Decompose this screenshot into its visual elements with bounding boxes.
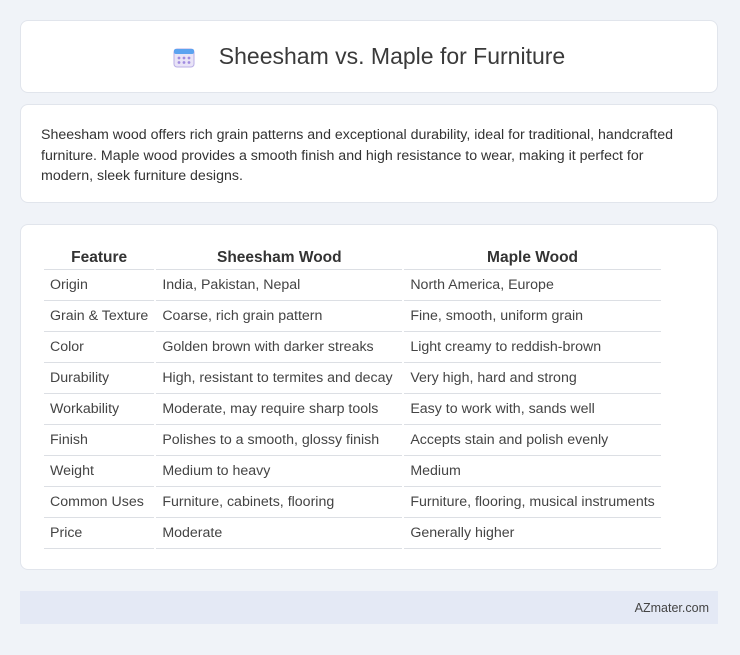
sheesham-cell: Polishes to a smooth, glossy finish (156, 425, 403, 456)
table-row: Origin India, Pakistan, Nepal North Amer… (44, 270, 661, 301)
header-sheesham-wood: Sheesham Wood (156, 247, 403, 270)
maple-cell: Very high, hard and strong (404, 363, 661, 394)
calendar-icon (173, 46, 195, 68)
feature-cell: Workability (44, 394, 155, 425)
table-row: Color Golden brown with darker streaks L… (44, 332, 661, 363)
table-row: Weight Medium to heavy Medium (44, 456, 661, 487)
footer-brand[interactable]: AZmater.com (635, 601, 709, 615)
sheesham-cell: Furniture, cabinets, flooring (156, 487, 403, 518)
table-row: Common Uses Furniture, cabinets, floorin… (44, 487, 661, 518)
maple-cell: Accepts stain and polish evenly (404, 425, 661, 456)
feature-cell: Durability (44, 363, 155, 394)
table-row: Price Moderate Generally higher (44, 518, 661, 549)
feature-cell: Finish (44, 425, 155, 456)
comparison-table: Feature Sheesham Wood Maple Wood Origin … (42, 247, 663, 549)
table-header-row: Feature Sheesham Wood Maple Wood (44, 247, 661, 270)
intro-text: Sheesham wood offers rich grain patterns… (41, 127, 673, 184)
maple-cell: Generally higher (404, 518, 661, 549)
maple-cell: Light creamy to reddish-brown (404, 332, 661, 363)
table-row: Finish Polishes to a smooth, glossy fini… (44, 425, 661, 456)
maple-cell: Fine, smooth, uniform grain (404, 301, 661, 332)
sheesham-cell: High, resistant to termites and decay (156, 363, 403, 394)
sheesham-cell: India, Pakistan, Nepal (156, 270, 403, 301)
footer: AZmater.com (20, 591, 718, 624)
feature-cell: Weight (44, 456, 155, 487)
feature-cell: Origin (44, 270, 155, 301)
table-row: Grain & Texture Coarse, rich grain patte… (44, 301, 661, 332)
feature-cell: Color (44, 332, 155, 363)
comparison-table-card: Feature Sheesham Wood Maple Wood Origin … (20, 224, 718, 570)
feature-cell: Grain & Texture (44, 301, 155, 332)
page-title: Sheesham vs. Maple for Furniture (218, 43, 566, 69)
maple-cell: Easy to work with, sands well (404, 394, 661, 425)
header-feature: Feature (44, 247, 155, 270)
maple-cell: Medium (404, 456, 661, 487)
sheesham-cell: Medium to heavy (156, 456, 403, 487)
feature-cell: Price (44, 518, 155, 549)
intro-card: Sheesham wood offers rich grain patterns… (20, 104, 718, 203)
sheesham-cell: Moderate (156, 518, 403, 549)
maple-cell: North America, Europe (404, 270, 661, 301)
sheesham-cell: Coarse, rich grain pattern (156, 301, 403, 332)
table-row: Workability Moderate, may require sharp … (44, 394, 661, 425)
feature-cell: Common Uses (44, 487, 155, 518)
sheesham-cell: Moderate, may require sharp tools (156, 394, 403, 425)
maple-cell: Furniture, flooring, musical instruments (404, 487, 661, 518)
header-maple-wood: Maple Wood (404, 247, 661, 270)
sheesham-cell: Golden brown with darker streaks (156, 332, 403, 363)
header-card: Sheesham vs. Maple for Furniture (20, 20, 718, 93)
table-row: Durability High, resistant to termites a… (44, 363, 661, 394)
